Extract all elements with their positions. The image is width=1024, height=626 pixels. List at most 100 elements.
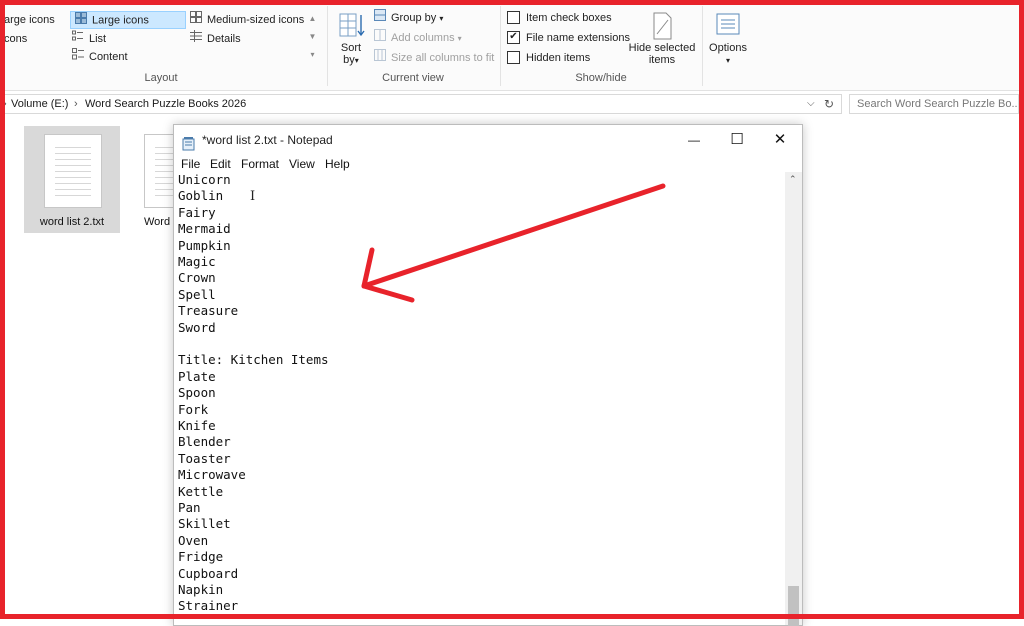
text-line: Microwave — [178, 467, 246, 483]
search-placeholder: Search Word Search Puzzle Bo... — [857, 98, 1019, 110]
refresh-icon[interactable]: ↻ — [824, 95, 834, 113]
text-line: Magic — [178, 254, 216, 269]
item-check-boxes-toggle[interactable]: Item check boxes — [507, 9, 612, 27]
text-line: Spoon — [178, 385, 216, 401]
text-line: Kettle — [178, 483, 224, 499]
item-check-boxes-checkbox[interactable] — [507, 10, 520, 24]
scrollbar-thumb[interactable] — [788, 586, 799, 626]
layout-scroll-down-icon: ▼ — [308, 32, 317, 41]
close-button[interactable]: ✕ — [759, 125, 801, 155]
add-columns-dropdown-icon: ▾ — [457, 34, 462, 43]
layout-group-label: Layout — [144, 72, 178, 84]
large-icons-option[interactable]: Large icons — [70, 11, 186, 29]
details-option[interactable]: Details — [190, 30, 241, 48]
options-button[interactable]: Options ▾ — [706, 12, 750, 67]
item-check-boxes-label: Item check boxes — [526, 12, 612, 24]
notepad-title: *word list 2.txt - Notepad — [202, 133, 333, 147]
options-dropdown-icon: ▾ — [725, 56, 730, 65]
maximize-button[interactable]: ☐ — [716, 125, 758, 155]
details-icon — [190, 30, 202, 48]
address-bar[interactable]: › Volume (E:) › Word Search Puzzle Books… — [0, 94, 842, 114]
details-label: Details — [207, 33, 241, 45]
hide-selected-icon — [627, 12, 697, 42]
text-line: Treasure — [178, 303, 239, 319]
minimize-button[interactable]: — — [673, 125, 715, 155]
hide-selected-label-line1: Hide selected — [628, 42, 696, 54]
group-by-dropdown-icon: ▾ — [439, 14, 444, 23]
text-line: Oven — [178, 532, 209, 548]
text-line: Mermaid — [178, 221, 231, 237]
sort-by-button[interactable]: Sort by▾ — [334, 12, 368, 67]
content-option[interactable]: Content — [72, 48, 128, 66]
search-input[interactable]: Search Word Search Puzzle Bo... — [849, 94, 1019, 114]
text-line: Pan — [178, 500, 201, 515]
text-line: Goblin — [178, 188, 224, 204]
hidden-items-toggle[interactable]: Hidden items — [507, 49, 590, 67]
add-columns-label: Add columns — [391, 32, 455, 44]
scroll-up-icon[interactable]: ⌃ — [789, 174, 797, 185]
menu-help[interactable]: Help — [325, 155, 350, 173]
add-columns-button[interactable]: Add columns ▾ — [374, 29, 462, 47]
checkmark-icon: ✔ — [509, 30, 518, 42]
file-item[interactable]: word list 2.txt — [24, 126, 120, 233]
content-label: Content — [89, 51, 128, 63]
text-line: Fridge — [178, 549, 224, 565]
hide-selected-items-button[interactable]: Hide selected items — [627, 12, 697, 66]
medium-icons-option[interactable]: Medium-sized icons — [190, 11, 304, 29]
content-icon — [72, 48, 84, 66]
hide-selected-label-line2: items — [648, 54, 676, 66]
notepad-vertical-scrollbar[interactable]: ⌃ — [785, 172, 802, 626]
add-columns-icon — [374, 29, 386, 47]
breadcrumb-volume[interactable]: Volume (E:) — [11, 95, 68, 113]
ribbon: arge icons Large icons Medium-sized icon… — [0, 0, 1024, 91]
medium-icons-icon — [190, 11, 202, 29]
breadcrumb-folder[interactable]: Word Search Puzzle Books 2026 — [85, 95, 246, 113]
group-by-button[interactable]: Group by ▾ — [374, 9, 443, 27]
layout-expand-icon: ▾ — [310, 50, 315, 59]
size-all-columns-button[interactable]: Size all columns to fit — [374, 49, 494, 67]
text-line: Cupboard — [178, 565, 239, 581]
list-icon — [72, 30, 84, 48]
notepad-text-area[interactable]: Unicorn Goblin Fairy Mermaid Pumpkin Mag… — [174, 172, 784, 625]
file-name-extensions-label: File name extensions — [526, 32, 630, 44]
show-hide-group-label: Show/hide — [575, 72, 627, 84]
list-option[interactable]: List — [72, 30, 106, 48]
hidden-items-label: Hidden items — [526, 52, 591, 64]
notepad-window[interactable]: *word list 2.txt - Notepad — ☐ ✕ File Ed… — [173, 124, 803, 626]
sort-by-icon — [334, 12, 368, 42]
size-columns-icon — [374, 49, 386, 67]
text-line: Skillet — [178, 516, 231, 532]
current-view-group: Sort by▾ Group by ▾ Add columns ▾ Size a… — [328, 6, 498, 86]
hidden-items-checkbox[interactable] — [507, 50, 520, 64]
text-line: Fairy — [178, 204, 216, 220]
options-label: Options — [709, 42, 747, 54]
menu-format[interactable]: Format — [241, 155, 279, 173]
address-dropdown-icon[interactable]: ⌵ — [807, 95, 815, 113]
text-line: Plate — [178, 368, 216, 384]
menu-edit[interactable]: Edit — [210, 155, 231, 173]
layout-group: arge icons Large icons Medium-sized icon… — [0, 6, 322, 86]
large-icons-partial-option[interactable]: arge icons — [4, 11, 55, 29]
group-by-label: Group by — [391, 12, 437, 24]
text-line: Sword — [178, 319, 216, 335]
file-name: word list 2.txt — [39, 216, 105, 228]
sort-by-label-line1: Sort — [340, 42, 362, 54]
notepad-menu-bar: File Edit Format View Help — [174, 155, 802, 173]
menu-view[interactable]: View — [289, 155, 315, 173]
text-line: Pumpkin — [178, 237, 231, 253]
text-file-icon — [44, 134, 102, 208]
list-label: List — [89, 33, 107, 45]
text-line: Fork — [178, 401, 209, 417]
text-line: Strainer — [178, 598, 239, 614]
small-icons-partial-option[interactable]: cons — [4, 30, 27, 48]
notepad-title-bar[interactable]: *word list 2.txt - Notepad — ☐ ✕ — [174, 125, 802, 155]
file-name-extensions-toggle[interactable]: ✔ File name extensions — [507, 29, 630, 47]
sort-by-label-line2: by — [343, 54, 355, 66]
menu-file[interactable]: File — [181, 155, 200, 173]
text-line: Title: Kitchen Items — [178, 352, 329, 368]
text-line: Toaster — [178, 450, 231, 466]
breadcrumb-separator: › — [74, 98, 78, 110]
file-name-extensions-checkbox[interactable]: ✔ — [507, 30, 520, 44]
large-icons-icon — [75, 12, 87, 29]
layout-scroll-arrows[interactable]: ▲ ▼ ▾ — [307, 10, 318, 66]
